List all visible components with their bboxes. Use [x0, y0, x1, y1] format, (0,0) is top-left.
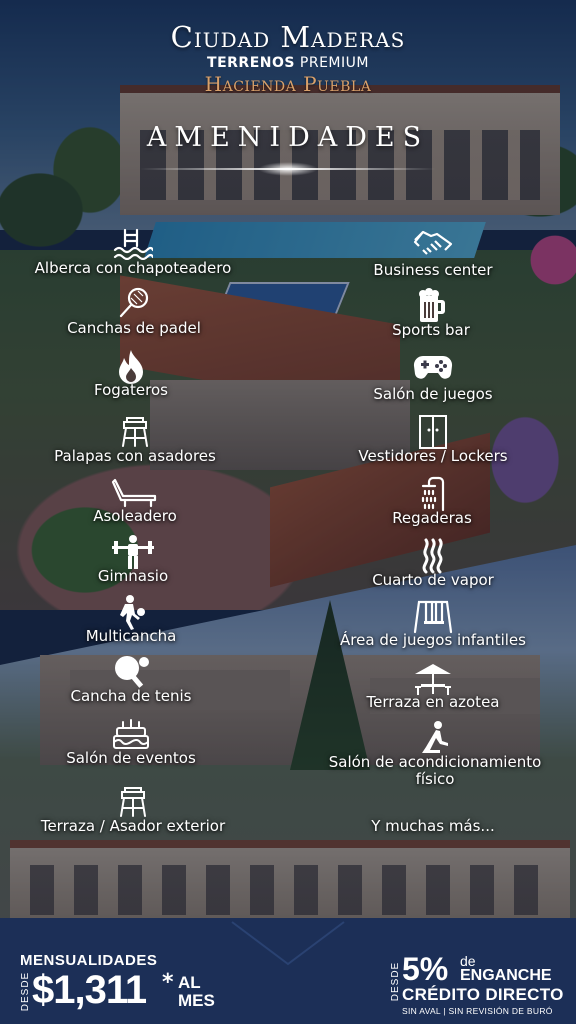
- amenity-infantiles: Área de juegos infantiles: [326, 598, 540, 649]
- beer-mug-icon: [376, 288, 486, 322]
- amenity-vapor: Cuarto de vapor: [360, 538, 506, 589]
- steam-icon: [360, 538, 506, 574]
- amenity-palapas: Palapas con asadores: [30, 414, 240, 465]
- fire-icon: [56, 348, 206, 384]
- amenity-label: Y muchas más...: [371, 817, 495, 835]
- de-label: de: [460, 953, 476, 969]
- credito-directo-label: CRÉDITO DIRECTO: [402, 985, 564, 1004]
- mes-label: MES: [178, 991, 215, 1010]
- amenity-azotea: Terraza en azotea: [354, 660, 512, 711]
- sin-aval-note: SIN AVAL | SIN REVISIÓN DE BURÓ: [402, 1006, 553, 1016]
- amenity-label: Sports bar: [392, 321, 470, 339]
- basketball-player-icon: [66, 594, 196, 630]
- amenity-label: Terraza / Asador exterior: [40, 817, 226, 835]
- umbrella-table-icon: [354, 660, 512, 695]
- amenity-label: Cancha de tenis: [70, 687, 192, 705]
- amenity-padel: Canchas de padel: [44, 286, 224, 337]
- shower-icon: [380, 476, 484, 512]
- pool-icon: [18, 226, 248, 260]
- handshake-icon: [356, 228, 510, 262]
- amenity-label: Alberca con chapoteadero: [34, 259, 232, 277]
- cake-icon: [46, 716, 216, 750]
- subtitle-rest: PREMIUM: [294, 55, 369, 71]
- amenity-fogateros: Fogateros: [56, 348, 206, 399]
- amenity-label: Palapas con asadores: [54, 447, 216, 465]
- lockers-icon: [344, 414, 522, 449]
- brand-title: Ciudad Maderas: [170, 20, 406, 54]
- price-asterisk: *: [162, 970, 174, 995]
- monthly-price: $1,311: [32, 968, 147, 1012]
- amenity-label: Salón de eventos: [66, 749, 196, 767]
- weightlifting-icon: [78, 534, 188, 569]
- amenity-label: Salón de acondicionamiento: [328, 753, 542, 771]
- amenity-eventos: Salón de eventos: [46, 716, 216, 767]
- section-heading: AMENIDADES: [110, 118, 466, 178]
- amenity-gimnasio: Gimnasio: [78, 534, 188, 585]
- amenity-mas: Y muchas más...: [350, 784, 516, 835]
- amenity-label: Terraza en azotea: [366, 693, 500, 711]
- yoga-icon: [308, 720, 562, 754]
- amenity-juegos: Salón de juegos: [360, 352, 506, 403]
- grill-icon: [30, 414, 240, 448]
- al-label: AL: [178, 973, 201, 992]
- amenity-label: Cuarto de vapor: [372, 571, 494, 589]
- amenity-label: Canchas de padel: [67, 319, 201, 337]
- enganche-label: ENGANCHE: [460, 967, 552, 984]
- grill-icon: [20, 784, 246, 818]
- gamepad-icon: [360, 352, 506, 386]
- amenity-label: Asoleadero: [93, 507, 177, 525]
- amenity-sportsbar: Sports bar: [376, 288, 486, 339]
- amenity-label: Regaderas: [392, 509, 472, 527]
- project-name: Hacienda Puebla: [204, 72, 372, 96]
- amenity-asoleadero: Asoleadero: [70, 474, 200, 525]
- swing-icon: [326, 598, 540, 634]
- amenity-acondicionamiento: Salón de acondicionamiento físico: [308, 720, 562, 788]
- amenity-tenis: Cancha de tenis: [56, 654, 206, 705]
- amenity-terraza-asador: Terraza / Asador exterior: [20, 784, 246, 835]
- down-payment-block: DESDE 5% de ENGANCHE CRÉDITO DIRECTO SIN…: [388, 950, 568, 1020]
- desde-label: DESDE: [20, 971, 32, 1012]
- amenity-vestidores: Vestidores / Lockers: [344, 414, 522, 465]
- amenity-label: Multicancha: [85, 627, 177, 645]
- amenity-alberca: Alberca con chapoteadero: [18, 226, 248, 277]
- brand-subtitle: TERRENOS PREMIUM: [0, 54, 576, 72]
- desde-label: DESDE: [390, 961, 402, 1002]
- sunlounger-icon: [70, 474, 200, 508]
- brand-header: Ciudad Maderas TERRENOS PREMIUM Hacienda…: [0, 20, 576, 96]
- title-glow: [258, 162, 318, 176]
- monthly-payment-block: MENSUALIDADES DESDE $1,311 * AL MES: [16, 952, 216, 1018]
- down-payment-percent: 5%: [402, 951, 449, 987]
- amenity-label: Vestidores / Lockers: [358, 447, 508, 465]
- section-title: AMENIDADES: [146, 122, 430, 153]
- amenity-business: Business center: [356, 228, 510, 279]
- amenity-label: Salón de juegos: [373, 385, 493, 403]
- amenity-label: Business center: [373, 261, 493, 279]
- tennis-icon: [56, 654, 206, 688]
- amenity-label: Gimnasio: [97, 567, 169, 585]
- subtitle-bold: TERRENOS: [207, 55, 295, 71]
- padel-racket-icon: [44, 286, 224, 320]
- amenity-multicancha: Multicancha: [66, 594, 196, 645]
- amenity-regaderas: Regaderas: [380, 476, 484, 527]
- amenity-label: Área de juegos infantiles: [340, 631, 526, 649]
- amenity-label: Fogateros: [94, 381, 168, 399]
